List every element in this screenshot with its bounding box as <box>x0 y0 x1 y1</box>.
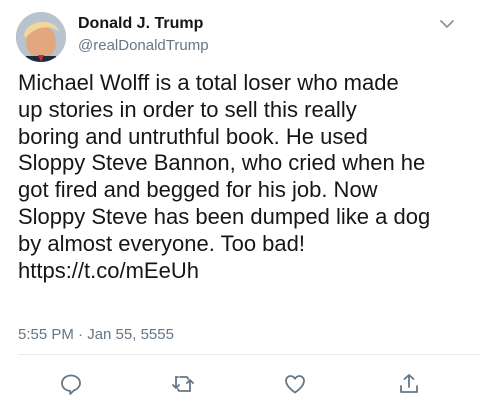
chevron-down-icon[interactable] <box>440 16 454 28</box>
author-info: Donald J. Trump @realDonaldTrump <box>78 14 209 56</box>
tweet-text: Michael Wolff is a total loser who made … <box>18 70 431 283</box>
display-name[interactable]: Donald J. Trump <box>78 14 209 34</box>
like-button[interactable] <box>283 372 307 396</box>
share-icon <box>400 374 418 393</box>
retweet-icon <box>172 376 194 392</box>
tweet-card: Donald J. Trump @realDonaldTrump Michael… <box>0 0 480 410</box>
timestamp[interactable]: 5:55 PM · Jan 55, 5555 <box>18 326 174 343</box>
speech-bubble-icon <box>61 374 81 395</box>
retweet-button[interactable] <box>171 372 195 396</box>
divider <box>18 354 480 355</box>
avatar[interactable] <box>16 12 66 62</box>
reply-button[interactable] <box>59 372 83 396</box>
share-button[interactable] <box>397 372 421 396</box>
user-handle[interactable]: @realDonaldTrump <box>78 36 209 56</box>
heart-icon <box>285 375 305 394</box>
